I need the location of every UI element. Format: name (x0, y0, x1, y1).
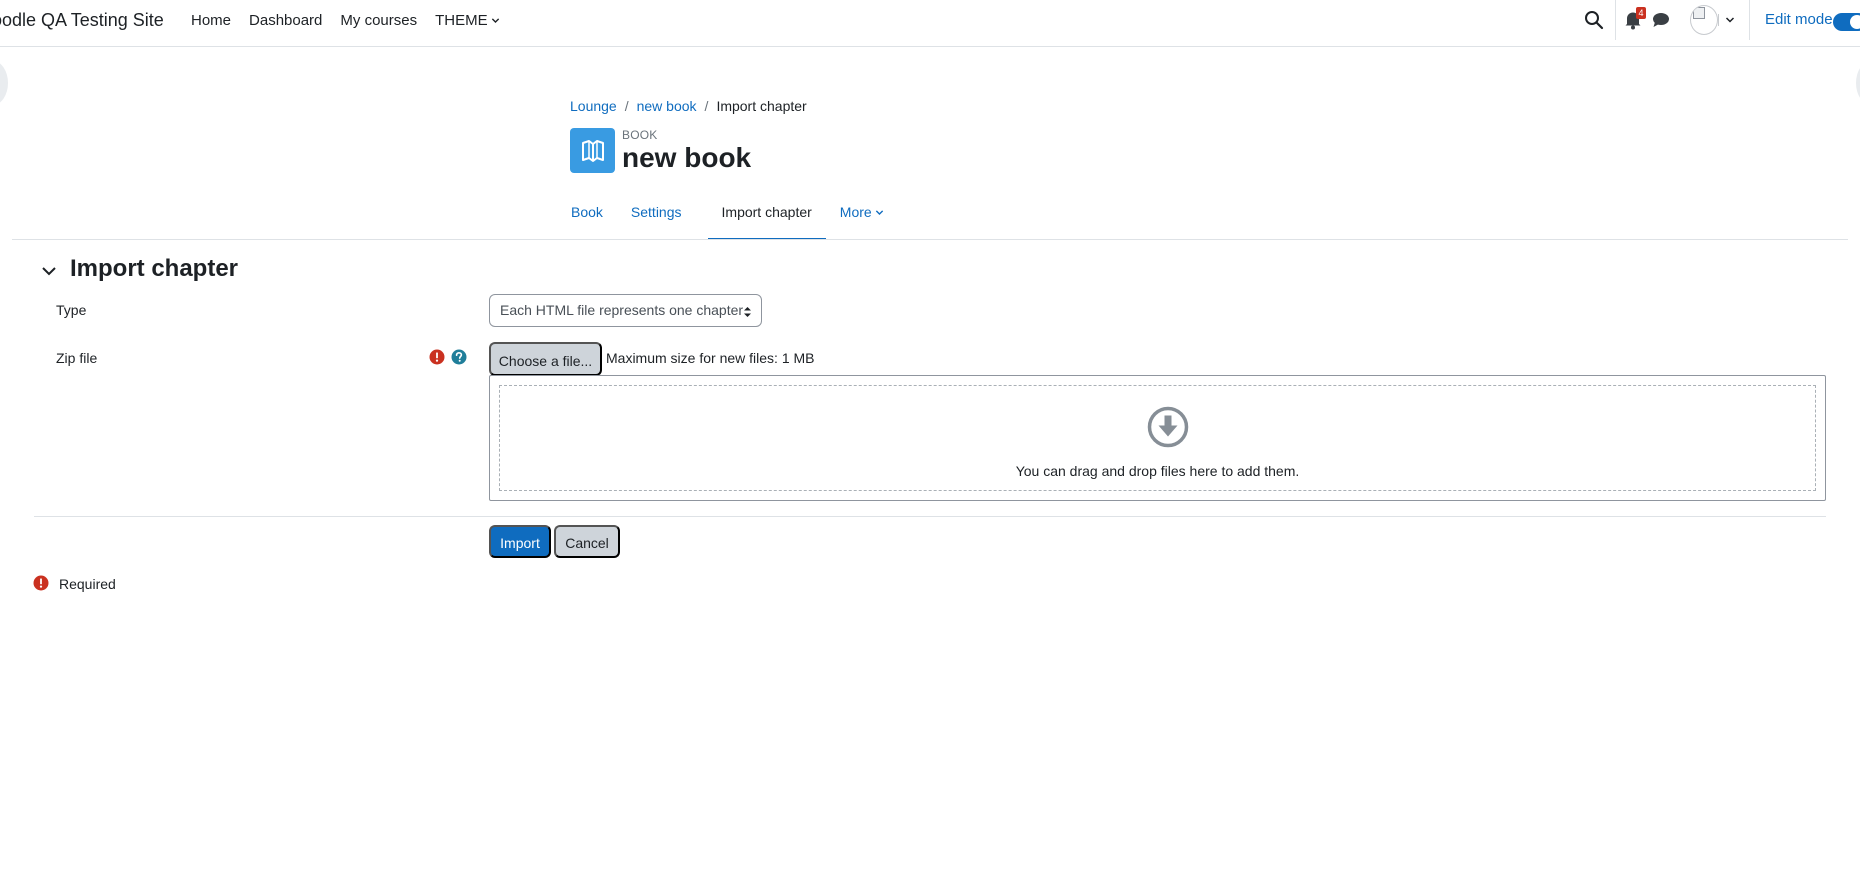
zip-file-label: Zip file (56, 350, 98, 366)
nav-theme-label: THEME (435, 12, 488, 29)
tab-book[interactable]: Book (570, 198, 617, 240)
collapse-section-icon[interactable] (40, 262, 58, 280)
search-icon[interactable] (1583, 9, 1605, 31)
download-arrow-icon (1147, 406, 1189, 448)
required-icon (429, 349, 445, 365)
site-name[interactable]: oodle QA Testing Site (0, 10, 164, 31)
nav-my-courses-label: My courses (340, 12, 418, 29)
section-title: Import chapter (70, 255, 239, 282)
type-label: Type (56, 302, 87, 318)
tab-settings-label: Settings (630, 204, 682, 220)
nav-home[interactable]: Home (191, 12, 231, 29)
open-block-drawer-button[interactable] (1856, 61, 1860, 105)
breadcrumb: Lounge / new book / Import chapter (570, 98, 807, 114)
tab-more[interactable]: More (839, 198, 898, 240)
notification-count-badge: 4 (1636, 7, 1646, 19)
chevron-down-icon[interactable] (1724, 14, 1736, 26)
choose-file-button[interactable]: Choose a file... (489, 342, 602, 376)
breadcrumb-lounge[interactable]: Lounge (570, 98, 617, 114)
dropzone-inner: You can drag and drop files here to add … (499, 385, 1816, 491)
breadcrumb-current: Import chapter (716, 98, 807, 114)
tab-import-chapter-label: Import chapter (721, 204, 812, 220)
file-dropzone[interactable]: You can drag and drop files here to add … (489, 375, 1826, 501)
select-arrows-icon (744, 307, 751, 317)
nav-my-courses[interactable]: My courses (340, 12, 417, 29)
user-avatar[interactable] (1690, 5, 1718, 35)
type-select-value: Each HTML file represents one chapter (500, 302, 744, 318)
tab-settings[interactable]: Settings (630, 198, 696, 240)
cancel-button[interactable]: Cancel (554, 525, 620, 558)
nav-home-label: Home (191, 12, 232, 29)
drop-instructions: You can drag and drop files here to add … (1015, 463, 1300, 479)
top-navbar: oodle QA Testing Site Home Dashboard My … (0, 0, 1860, 47)
chevron-down-icon (491, 18, 499, 23)
import-button[interactable]: Import (489, 525, 551, 558)
secondary-nav-rule (12, 239, 1848, 240)
broken-image-icon (1693, 7, 1705, 19)
form-divider (34, 516, 1826, 517)
edit-mode-label: Edit mode (1765, 11, 1833, 28)
notifications-button[interactable]: 4 (1623, 7, 1646, 31)
primary-navigation: Home Dashboard My courses THEME (191, 12, 518, 29)
tab-import-chapter[interactable]: Import chapter (707, 198, 826, 240)
book-icon (581, 139, 604, 162)
avatar-separator (1718, 14, 1719, 26)
type-select[interactable]: Each HTML file represents one chapter (489, 294, 762, 327)
breadcrumb-separator: / (624, 98, 629, 114)
tab-more-label: More (839, 204, 872, 220)
help-icon[interactable] (451, 349, 467, 365)
open-course-index-button[interactable] (0, 61, 8, 105)
tab-book-label: Book (571, 204, 603, 220)
navbar-divider (1749, 0, 1750, 40)
chat-icon[interactable] (1651, 10, 1671, 30)
breadcrumb-new-book[interactable]: new book (637, 98, 697, 114)
edit-mode-toggle[interactable] (1833, 13, 1860, 31)
nav-dashboard[interactable]: Dashboard (249, 12, 322, 29)
activity-icon (570, 128, 615, 173)
max-size-text: Maximum size for new files: 1 MB (606, 350, 815, 366)
breadcrumb-separator: / (704, 98, 709, 114)
toggle-knob (1850, 15, 1860, 29)
required-legend: Required (59, 576, 116, 592)
page-title: new book (622, 142, 752, 173)
nav-theme[interactable]: THEME (435, 12, 500, 29)
activity-type-label: BOOK (622, 128, 658, 142)
navbar-divider (1615, 0, 1616, 40)
secondary-navigation: Book Settings Import chapter More (570, 198, 911, 240)
nav-dashboard-label: Dashboard (249, 12, 323, 29)
required-icon (33, 575, 49, 591)
chevron-down-icon (875, 210, 883, 215)
